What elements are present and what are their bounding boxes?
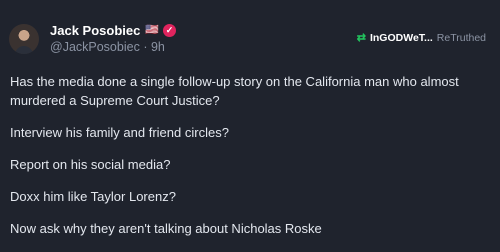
post-body: Has the media done a single follow-up st… (10, 72, 490, 251)
author-name-row: Jack Posobiec 🇺🇸 ✓ (50, 21, 177, 39)
retruth-user[interactable]: InGODWeT... (370, 32, 433, 44)
post-paragraph: Report on his social media? (10, 157, 171, 172)
verified-badge-icon: ✓ (163, 23, 177, 37)
author-avatar[interactable] (9, 24, 39, 54)
post-paragraph: Has the media done a single follow-up st… (10, 74, 459, 108)
retruth-icon: ⇄ (356, 32, 366, 44)
post-paragraph: Doxx him like Taylor Lorenz? (10, 189, 176, 204)
post-paragraph: Now ask why they aren't talking about Ni… (10, 221, 322, 236)
post-card: Jack Posobiec 🇺🇸 ✓ @JackPosobiec · 9h ⇄ … (0, 0, 500, 252)
author-display-name[interactable]: Jack Posobiec (50, 23, 140, 38)
meta-separator: · (143, 40, 151, 54)
retruth-label: ReTruthed (436, 31, 486, 44)
post-paragraph: Interview his family and friend circles? (10, 125, 229, 140)
post-time[interactable]: 9h (151, 40, 165, 54)
retruth-indicator: ⇄ InGODWeT... ReTruthed (356, 31, 486, 45)
author-handle[interactable]: @JackPosobiec (50, 40, 140, 54)
us-flag-icon: 🇺🇸 (145, 23, 160, 36)
author-meta: @JackPosobiec · 9h (50, 40, 165, 54)
